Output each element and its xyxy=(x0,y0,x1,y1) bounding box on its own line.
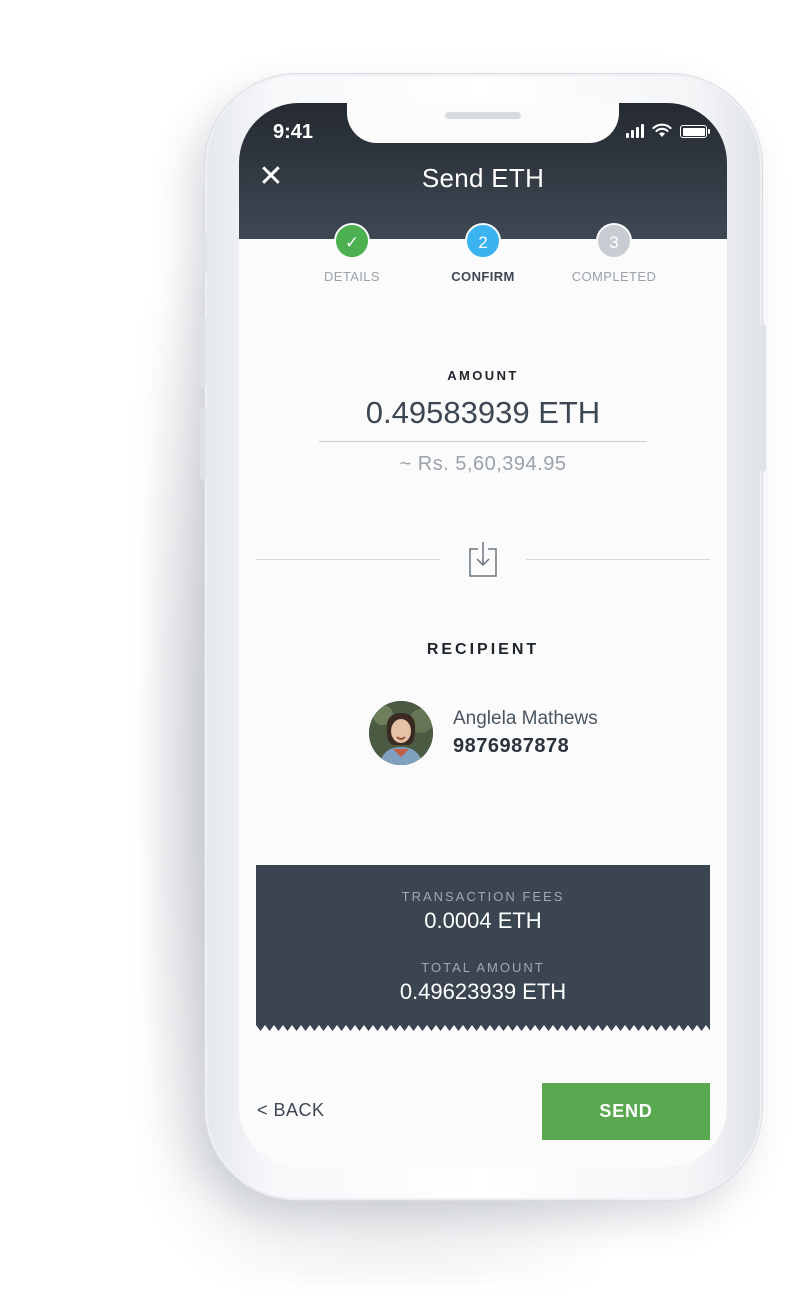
fees-value: 0.0004 ETH xyxy=(424,908,542,933)
volume-up-button xyxy=(200,316,206,388)
status-time: 9:41 xyxy=(273,121,314,143)
step-done-check-icon: ✓ xyxy=(334,223,370,259)
amount-label: AMOUNT xyxy=(447,368,519,383)
fees-label: TRANSACTION FEES xyxy=(401,889,565,904)
earpiece-speaker xyxy=(445,112,521,119)
send-button[interactable]: SEND xyxy=(542,1083,710,1140)
receipt-zigzag-edge xyxy=(256,1023,710,1031)
recipient-name: Anglela Mathews xyxy=(453,708,598,729)
divider-right xyxy=(526,559,710,560)
total-label: TOTAL AMOUNT xyxy=(421,960,545,975)
phone-screen: 9:41 ✕ Send ETH ✓ DETAILS 2 CONFIRM 3 CO… xyxy=(239,103,727,1167)
step-confirm[interactable]: 2 CONFIRM xyxy=(413,223,553,284)
recipient-label: RECIPIENT xyxy=(426,641,540,658)
transaction-summary-panel: TRANSACTION FEES 0.0004 ETH TOTAL AMOUNT… xyxy=(256,865,710,1025)
download-arrow-icon xyxy=(469,542,497,577)
step-label: DETAILS xyxy=(323,269,381,284)
device-notch xyxy=(347,103,619,143)
amount-underline xyxy=(319,441,647,442)
step-completed[interactable]: 3 COMPLETED xyxy=(544,223,684,284)
step-number: 2 xyxy=(465,223,501,259)
progress-stepper: ✓ DETAILS 2 CONFIRM 3 COMPLETED xyxy=(239,223,727,293)
step-label: CONFIRM xyxy=(451,269,515,284)
mute-switch xyxy=(201,232,207,274)
status-icons xyxy=(626,123,710,138)
step-details[interactable]: ✓ DETAILS xyxy=(282,223,422,284)
total-value: 0.49623939 ETH xyxy=(399,979,567,1004)
cellular-signal-icon xyxy=(626,124,644,138)
volume-down-button xyxy=(200,408,206,480)
step-label: COMPLETED xyxy=(571,269,657,284)
recipient-phone: 9876987878 xyxy=(453,735,570,757)
wifi-icon xyxy=(652,123,672,137)
page-title: Send ETH xyxy=(421,163,545,193)
recipient-avatar xyxy=(369,701,433,765)
back-button[interactable]: < BACK xyxy=(257,1100,325,1121)
step-number: 3 xyxy=(596,223,632,259)
power-button xyxy=(760,324,766,472)
battery-icon xyxy=(680,125,710,138)
amount-value: 0.49583939 ETH xyxy=(365,395,601,430)
divider-left xyxy=(256,559,440,560)
amount-fiat-equivalent: ~ Rs. 5,60,394.95 xyxy=(399,453,567,475)
